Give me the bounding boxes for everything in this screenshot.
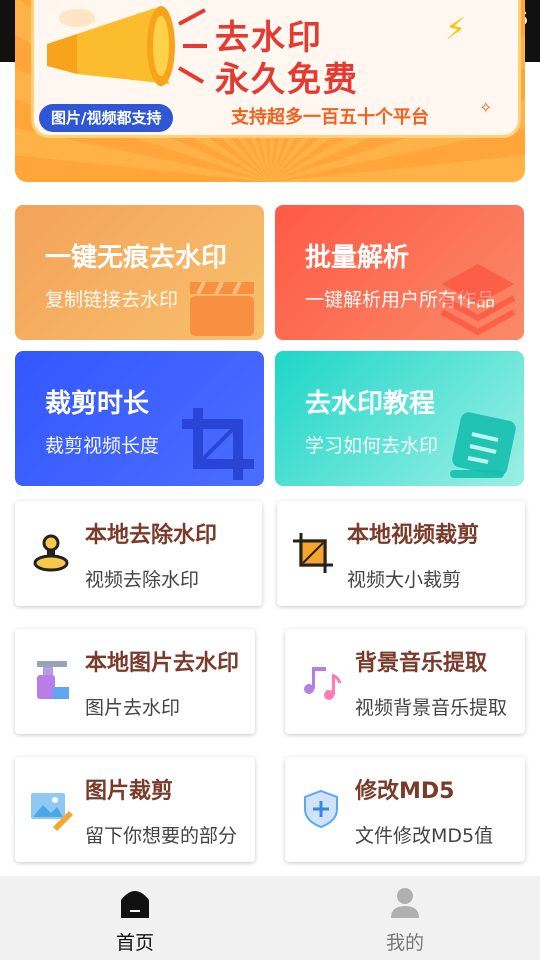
card-title: 背景音乐提取 [355,651,488,676]
tile-subtitle: 复制链接去水印 [45,289,179,311]
stamp-icon [33,534,69,572]
music-notes-icon [304,667,342,700]
card-title: 本地视频裁剪 [347,523,480,548]
tile-title: 裁剪时长 [45,389,150,419]
banner-headline-2: 永久免费 [215,60,359,100]
user-icon [391,888,419,918]
tile-title: 一键无痕去水印 [45,243,228,273]
layers-icon [440,264,516,336]
lightning-icon: ⚡ [445,12,467,47]
card-subtitle: 视频背景音乐提取 [355,697,508,719]
card-local-image-remove-watermark[interactable]: 本地图片去水印 图片去水印 [15,629,255,734]
tile-title: 批量解析 [305,243,410,273]
card-extract-bgm[interactable]: 背景音乐提取 视频背景音乐提取 [285,629,525,734]
banner-subtitle: 支持超多一百五十个平台 [231,107,429,128]
banner-tag: 图片/视频都支持 [39,104,174,132]
card-local-video-crop[interactable]: 本地视频裁剪 视频大小裁剪 [277,501,525,606]
nav-home[interactable]: 首页 [75,876,195,960]
clapperboard-icon [190,281,254,336]
card-image-crop[interactable]: 图片裁剪 留下你想要的部分 [15,757,255,862]
card-title: 本地图片去水印 [85,651,240,676]
crop-icon [182,408,254,480]
crop-frame-icon [293,533,333,573]
nav-home-label: 首页 [115,932,154,954]
tile-tutorial[interactable]: 去水印教程 学习如何去水印 [275,351,524,486]
card-subtitle: 图片去水印 [85,697,181,719]
megaphone-icon [47,6,207,86]
tile-one-click-remove[interactable]: 一键无痕去水印 复制链接去水印 [15,205,264,340]
card-modify-md5[interactable]: 修改MD5 文件修改MD5值 [285,757,525,862]
card-subtitle: 视频大小裁剪 [347,569,462,591]
card-title: 本地去除水印 [85,523,218,548]
card-subtitle: 留下你想要的部分 [85,825,238,847]
image-edit-icon [31,793,73,831]
card-local-remove-watermark[interactable]: 本地去除水印 视频去除水印 [15,501,262,606]
home-icon [121,891,149,918]
eraser-bottle-icon [37,661,69,699]
bottom-nav: 首页 我的 [0,876,540,960]
card-subtitle: 文件修改MD5值 [355,825,494,847]
tile-title: 去水印教程 [305,389,436,419]
promo-banner[interactable]: 去水印 永久免费 ⚡ 图片/视频都支持 支持超多一百五十个平台 ✧ [15,0,525,182]
tile-batch-parse[interactable]: 批量解析 一键解析用户所有作品 [275,205,524,340]
card-title: 修改MD5 [355,779,455,804]
card-subtitle: 视频去除水印 [85,569,200,591]
shield-plus-icon [304,789,338,829]
sparkle-icon: ✧ [479,98,493,117]
tile-subtitle: 裁剪视频长度 [45,435,160,457]
nav-mine-label: 我的 [385,932,424,954]
book-icon [450,412,516,478]
tile-trim-duration[interactable]: 裁剪时长 裁剪视频长度 [15,351,264,486]
card-title: 图片裁剪 [85,779,174,804]
tile-subtitle: 学习如何去水印 [305,435,439,457]
nav-mine[interactable]: 我的 [345,876,465,960]
